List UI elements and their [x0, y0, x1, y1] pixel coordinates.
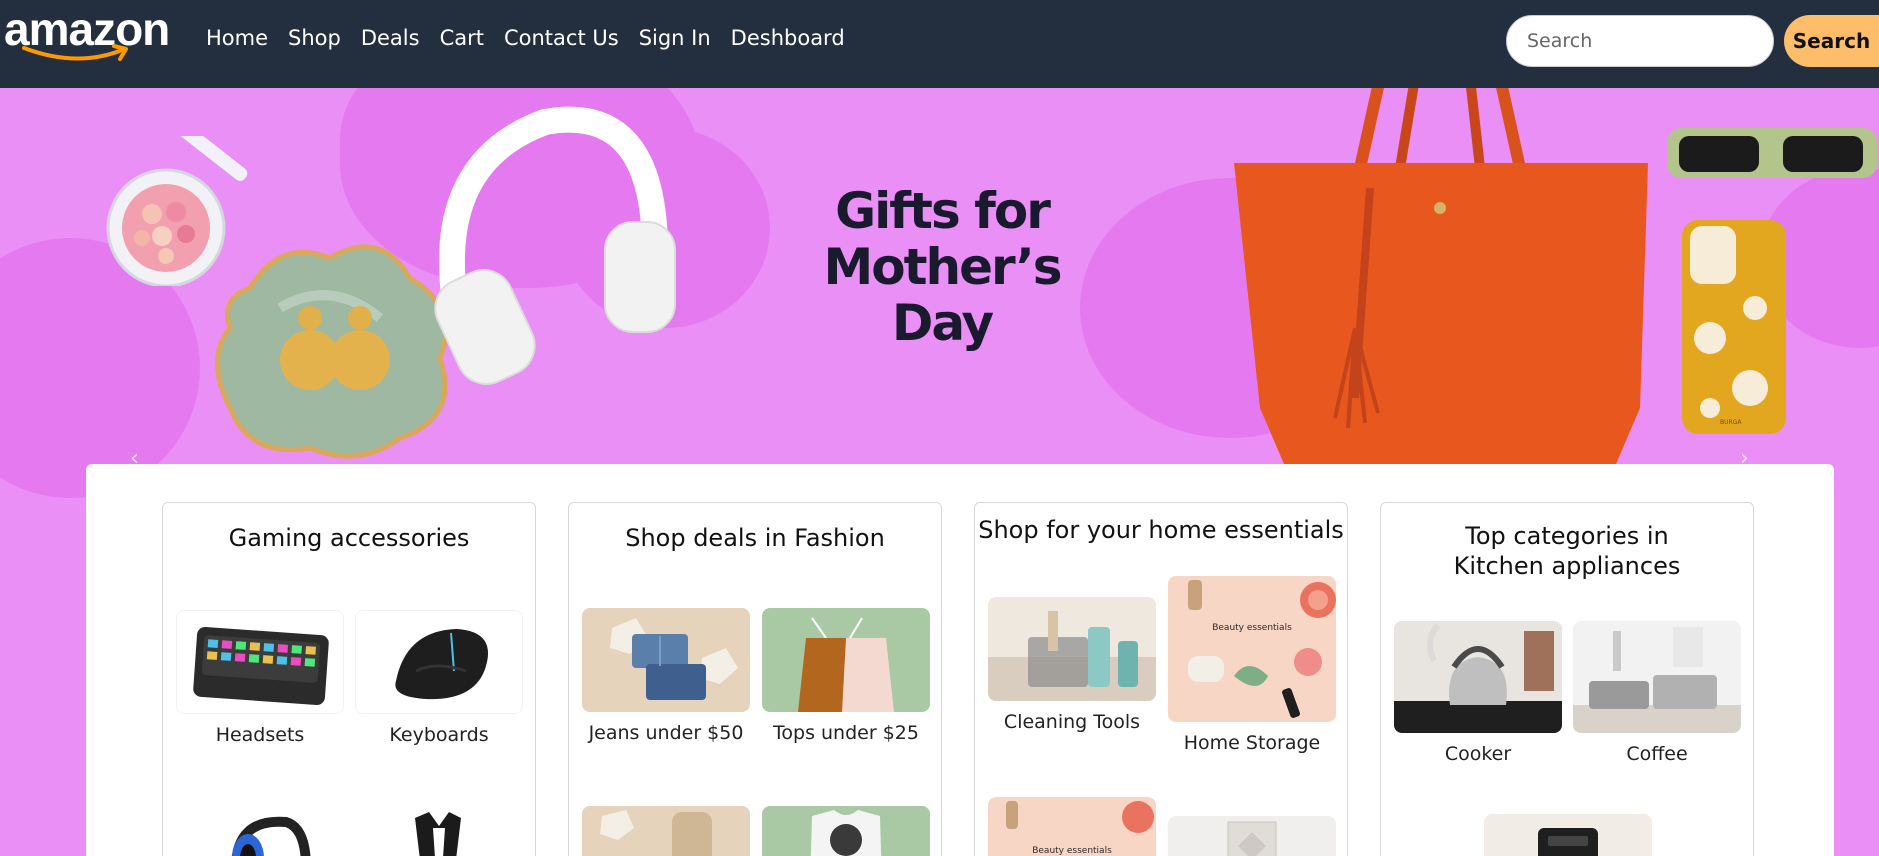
- tile-gaming-chair[interactable]: [355, 808, 523, 856]
- product-cards-section: Gaming accessories Headsets Keyboards Sh…: [86, 464, 1834, 856]
- card-title: Gaming accessories: [228, 524, 470, 552]
- main-nav: Home Shop Deals Cart Contact Us Sign In …: [206, 26, 865, 50]
- tile-label: Cooker: [1444, 743, 1512, 765]
- phone-case-image: BURGA: [1682, 220, 1786, 434]
- tile-beauty[interactable]: Beauty essentials: [988, 797, 1156, 856]
- phone-case-brand: BURGA: [1720, 419, 1742, 426]
- tile-label: Headsets: [215, 724, 305, 746]
- tile-label: Keyboards: [389, 724, 489, 746]
- card-gaming-accessories[interactable]: Gaming accessories Headsets Keyboards: [162, 502, 536, 856]
- tile-coffee[interactable]: Coffee: [1573, 621, 1741, 765]
- nav-home[interactable]: Home: [206, 26, 268, 50]
- headset-image: [176, 808, 344, 856]
- tile-home-storage[interactable]: Beauty essentials Home Storage: [1168, 576, 1336, 754]
- card-title: Shop for your home essentials: [978, 516, 1344, 544]
- hero-title-line1: Gifts for: [835, 182, 1051, 240]
- search-input[interactable]: [1506, 15, 1774, 67]
- tile-label: Coffee: [1626, 743, 1688, 765]
- tile-jeans[interactable]: Jeans under $50: [582, 608, 750, 744]
- beauty-essentials-text: Beauty essentials: [1032, 846, 1112, 856]
- gaming-chair-image: [355, 808, 523, 856]
- beauty-essentials-text: Beauty essentials: [1212, 623, 1292, 633]
- tile-headsets[interactable]: Headsets: [176, 610, 344, 746]
- nav-shop[interactable]: Shop: [288, 26, 341, 50]
- tile-dress[interactable]: [582, 806, 750, 856]
- cookware-image: [1573, 621, 1741, 733]
- beauty-essentials-image: Beauty essentials: [1168, 576, 1336, 722]
- headphones-image: [434, 106, 676, 385]
- tile-cleaning-tools[interactable]: Cleaning Tools: [988, 597, 1156, 733]
- tshirt-image: [762, 806, 930, 856]
- nav-contact-us[interactable]: Contact Us: [504, 26, 619, 50]
- card-title: Top categories in Kitchen appliances: [1453, 522, 1681, 580]
- card-title: Shop deals in Fashion: [625, 524, 885, 552]
- tile-tops[interactable]: Tops under $25: [762, 608, 930, 744]
- amazon-logo[interactable]: amazon: [4, 2, 184, 70]
- sunglasses-image: [1667, 128, 1877, 178]
- tile-home-decor[interactable]: [1168, 816, 1336, 856]
- cleaning-tools-image: [988, 597, 1156, 701]
- nav-cart[interactable]: Cart: [440, 26, 484, 50]
- card-home-essentials[interactable]: Shop for your home essentials Cleaning T…: [974, 502, 1348, 856]
- tile-label: Jeans under $50: [588, 722, 744, 744]
- kettle-image: [1394, 621, 1562, 733]
- smile-arrow-icon: [22, 44, 128, 61]
- tile-keyboards[interactable]: Keyboards: [355, 610, 523, 746]
- nav-dashboard[interactable]: Deshboard: [731, 26, 845, 50]
- card-kitchen-appliances[interactable]: Top categories in Kitchen appliances Coo…: [1380, 502, 1754, 856]
- hero-title: Gifts for Mother’s Day: [772, 183, 1112, 351]
- home-decor-image: [1168, 816, 1336, 856]
- tops-image: [762, 608, 930, 712]
- mouse-image: [355, 610, 523, 714]
- card-fashion-deals[interactable]: Shop deals in Fashion Jeans under $50 To…: [568, 502, 942, 856]
- tile-label: Tops under $25: [773, 722, 919, 744]
- tile-headset[interactable]: [176, 808, 344, 856]
- search-button[interactable]: Search: [1784, 15, 1879, 67]
- jewelry-dish-image: [215, 244, 449, 459]
- tile-label: Home Storage: [1183, 732, 1321, 754]
- beauty-essentials-image: Beauty essentials: [988, 797, 1156, 856]
- jeans-image: [582, 608, 750, 712]
- dress-image: [582, 806, 750, 856]
- tile-tshirt[interactable]: [762, 806, 930, 856]
- nav-deals[interactable]: Deals: [361, 26, 420, 50]
- tote-bag-image: [1234, 88, 1648, 478]
- coffee-maker-image: [1484, 814, 1652, 856]
- tile-label: Cleaning Tools: [1003, 711, 1141, 733]
- nav-sign-in[interactable]: Sign In: [639, 26, 711, 50]
- keyboard-image: [176, 610, 344, 714]
- tile-coffee-maker[interactable]: [1484, 814, 1652, 856]
- tile-cooker[interactable]: Cooker: [1394, 621, 1562, 765]
- hero-title-line2: Mother’s Day: [823, 238, 1062, 352]
- navbar: amazon Home Shop Deals Cart Contact Us S…: [0, 0, 1879, 88]
